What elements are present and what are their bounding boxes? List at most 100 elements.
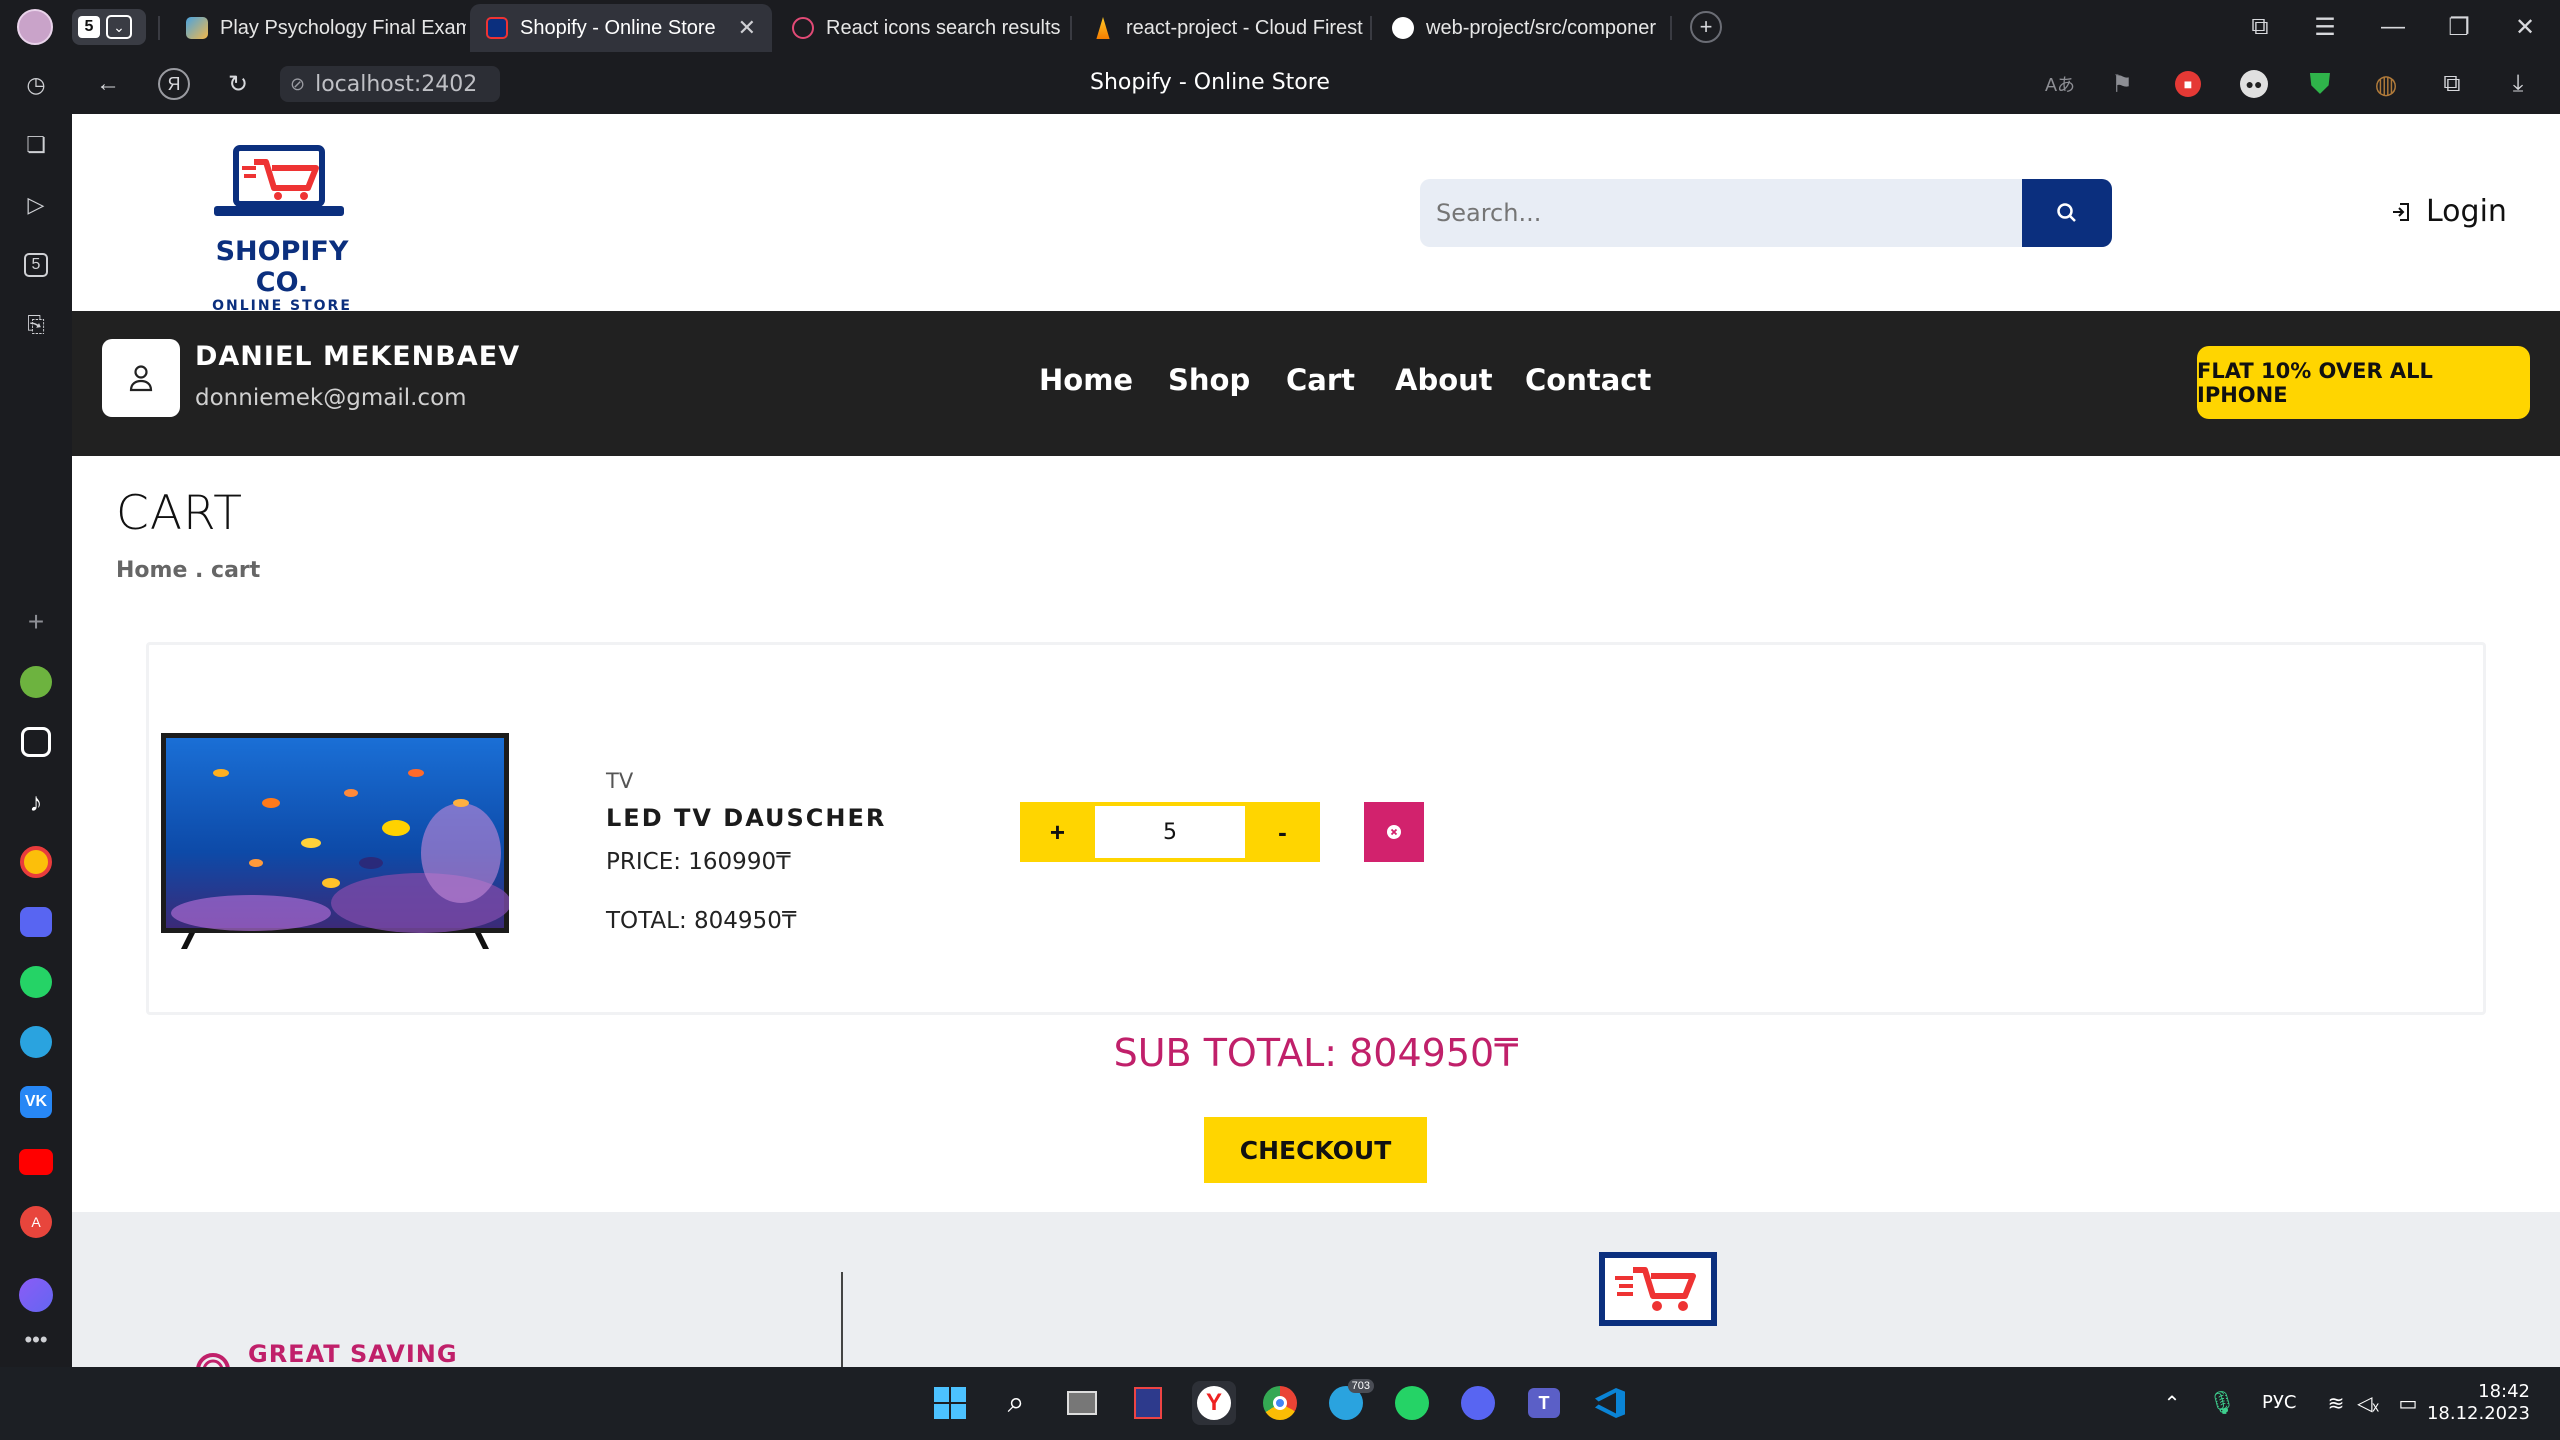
page-title: Shopify - Online Store	[1090, 70, 1330, 95]
whatsapp-taskbar-icon[interactable]	[1390, 1381, 1434, 1425]
promo-banner-button[interactable]: FLAT 10% OVER ALL IPHONE	[2197, 346, 2530, 419]
profile-avatar[interactable]	[17, 9, 53, 45]
nav-cart[interactable]: Cart	[1286, 363, 1355, 397]
cookie-extension-icon[interactable]: ◍	[2370, 68, 2402, 100]
login-label: Login	[2426, 194, 2507, 229]
login-link[interactable]: Login	[2390, 194, 2507, 229]
search-button[interactable]	[2022, 179, 2112, 247]
restore-icon[interactable]: ❐	[2444, 12, 2474, 42]
saving-icon	[196, 1353, 230, 1367]
alice-icon[interactable]	[16, 1275, 56, 1315]
quantity-input[interactable]	[1095, 806, 1245, 858]
task-view-icon[interactable]	[1060, 1381, 1104, 1425]
reload-icon[interactable]: ↻	[222, 68, 254, 100]
tab-react-icons[interactable]: React icons search results	[776, 4, 1066, 52]
tab-play-psychology[interactable]: Play Psychology Final Exam	[170, 4, 466, 52]
collections-icon[interactable]: ❏	[16, 125, 56, 165]
tab-label: react-project - Cloud Firest	[1126, 16, 1363, 39]
new-tab-icon[interactable]: +	[1690, 11, 1722, 43]
system-clock[interactable]: 18:42 18.12.2023	[2427, 1381, 2530, 1425]
chevron-down-icon: ⌄	[106, 15, 132, 39]
yandex-browser-icon[interactable]: Y	[1192, 1381, 1236, 1425]
checkout-button[interactable]: CHECKOUT	[1204, 1117, 1427, 1183]
discord-icon[interactable]	[16, 902, 56, 942]
vscode-icon[interactable]	[1588, 1381, 1632, 1425]
app-store-icon[interactable]	[1126, 1381, 1170, 1425]
back-arrow-icon[interactable]: ←	[92, 68, 124, 100]
search-input[interactable]	[1420, 179, 2022, 247]
shield-extension-icon[interactable]: ⛊	[2304, 68, 2336, 100]
tab-counter[interactable]: 5 ⌄	[72, 9, 146, 45]
download-icon[interactable]: ⤓	[2502, 68, 2534, 100]
bookmark-icon[interactable]: ⚑	[2106, 68, 2138, 100]
language-indicator[interactable]: РУС	[2262, 1392, 2296, 1413]
product-price: PRICE: 160990₸	[606, 849, 791, 875]
start-icon[interactable]	[928, 1381, 972, 1425]
more-icon[interactable]: •••	[16, 1320, 56, 1360]
tv-image-icon	[161, 733, 509, 949]
telegram-badge: 703	[1347, 1379, 1374, 1393]
site-logo[interactable]: SHOPIFY CO. ONLINE STORE	[192, 142, 372, 314]
youtube-icon[interactable]	[16, 1142, 56, 1182]
breadcrumb[interactable]: Home . cart	[116, 558, 260, 583]
discord-taskbar-icon[interactable]	[1456, 1381, 1500, 1425]
psychology-favicon-icon	[186, 17, 208, 39]
url-field[interactable]: ⊘ localhost:2402	[280, 66, 500, 102]
robot-extension-icon[interactable]: ●●	[2238, 68, 2270, 100]
close-window-icon[interactable]: ✕	[2510, 12, 2540, 42]
tab-label: web-project/src/componer	[1426, 16, 1657, 39]
github-favicon-icon	[1392, 17, 1414, 39]
translate-app-icon[interactable]: A	[16, 1202, 56, 1242]
firebase-favicon-icon	[1096, 17, 1110, 39]
decrease-quantity-button[interactable]: -	[1245, 802, 1320, 862]
instagram-icon[interactable]	[16, 722, 56, 762]
tab-github[interactable]: web-project/src/componer	[1376, 4, 1666, 52]
bookmarks-icon[interactable]: ⧉	[2245, 12, 2275, 42]
teams-icon[interactable]: T	[1522, 1381, 1566, 1425]
increase-quantity-button[interactable]: +	[1020, 802, 1095, 862]
chrome-icon[interactable]	[1258, 1381, 1302, 1425]
volume-muted-icon[interactable]: ◁ₓ	[2346, 1381, 2390, 1425]
remove-item-button[interactable]	[1364, 802, 1424, 862]
nav-shop[interactable]: Shop	[1168, 363, 1250, 397]
menu-icon[interactable]: ☰	[2310, 12, 2340, 42]
telegram-icon[interactable]	[16, 1022, 56, 1062]
globe-icon: ⊘	[290, 73, 306, 94]
tab-count-badge: 5	[78, 16, 100, 38]
tab-shopify[interactable]: Shopify - Online Store ✕	[470, 4, 772, 52]
user-icon	[129, 365, 153, 392]
telegram-taskbar-icon[interactable]: 703	[1324, 1379, 1374, 1425]
cart-heading: CART	[116, 486, 243, 541]
nav-contact[interactable]: Contact	[1525, 363, 1651, 397]
clock-time: 18:42	[2478, 1381, 2530, 1402]
yandex-icon[interactable]: Я	[158, 68, 190, 100]
battery-icon[interactable]: ▭	[2386, 1381, 2430, 1425]
five-app-icon[interactable]: 5	[16, 245, 56, 285]
tray-chevron-icon[interactable]: ⌃	[2150, 1381, 2194, 1425]
screenshot-icon[interactable]: ⎘	[16, 305, 56, 345]
spring-icon[interactable]	[16, 662, 56, 702]
lock-extension-icon[interactable]: ■	[2172, 68, 2204, 100]
clock-date: 18.12.2023	[2426, 1403, 2530, 1424]
tab-label: Shopify - Online Store	[520, 16, 716, 39]
extensions-icon[interactable]: ⧉	[2436, 68, 2468, 100]
tab-firestore[interactable]: react-project - Cloud Firest	[1076, 4, 1366, 52]
web-page: SHOPIFY CO. ONLINE STORE Login DANIEL ME…	[72, 114, 2560, 1367]
tiktok-icon[interactable]: ♪	[16, 782, 56, 822]
tab-close-icon[interactable]: ✕	[738, 15, 756, 41]
yandex-music-icon[interactable]	[16, 842, 56, 882]
nav-home[interactable]: Home	[1039, 363, 1133, 397]
user-avatar[interactable]	[102, 339, 180, 417]
microphone-icon[interactable]: 🎙	[2200, 1381, 2244, 1425]
history-icon[interactable]: ◷	[16, 65, 56, 105]
whatsapp-icon[interactable]	[16, 962, 56, 1002]
minimize-icon[interactable]: —	[2378, 12, 2408, 42]
search-icon[interactable]: ⌕	[994, 1381, 1038, 1425]
nav-about[interactable]: About	[1395, 363, 1493, 397]
add-panel-icon[interactable]: +	[16, 602, 56, 642]
react-favicon-icon	[792, 17, 814, 39]
video-icon[interactable]: ▷	[16, 185, 56, 225]
vk-icon[interactable]: VK	[16, 1082, 56, 1122]
section-divider	[841, 1272, 843, 1367]
translate-icon[interactable]: Aあ	[2044, 68, 2076, 100]
